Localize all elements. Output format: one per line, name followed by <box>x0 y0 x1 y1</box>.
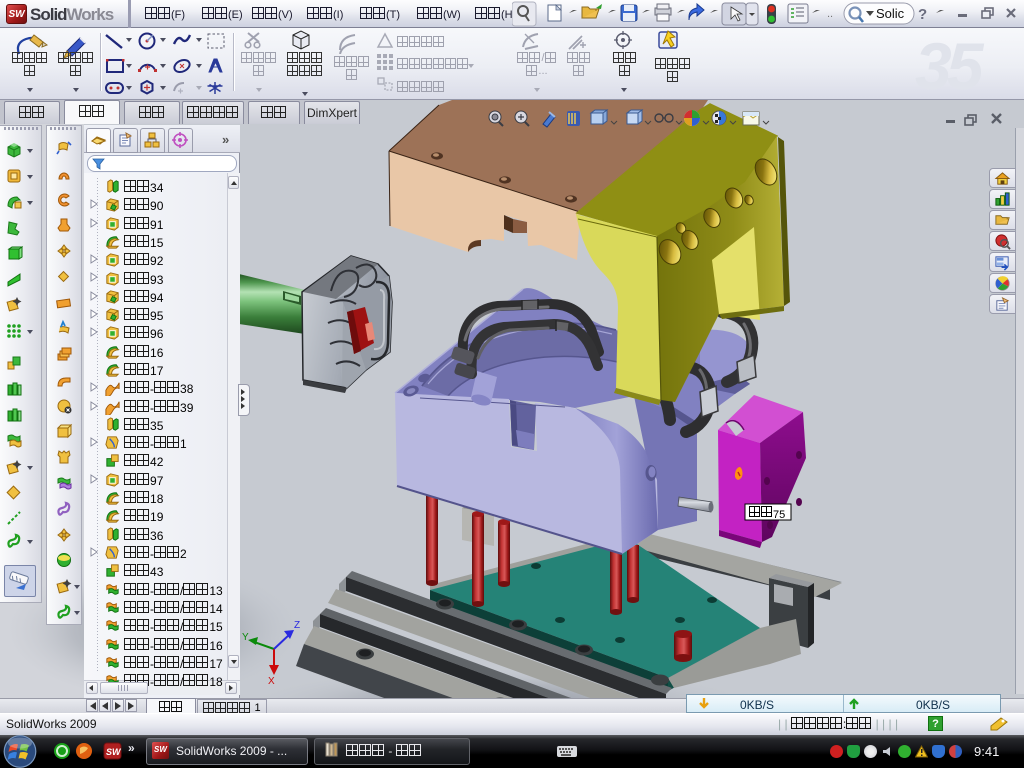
svg-text:SW: SW <box>106 747 122 757</box>
svg-text:X: X <box>268 676 275 687</box>
svg-text:»: » <box>128 741 135 755</box>
svg-text:..: .. <box>827 8 833 20</box>
svg-text:Solic: Solic <box>876 6 905 21</box>
svg-text:?: ? <box>918 6 927 23</box>
svg-text:Y: Y <box>242 632 249 643</box>
svg-text:Z: Z <box>294 620 300 631</box>
